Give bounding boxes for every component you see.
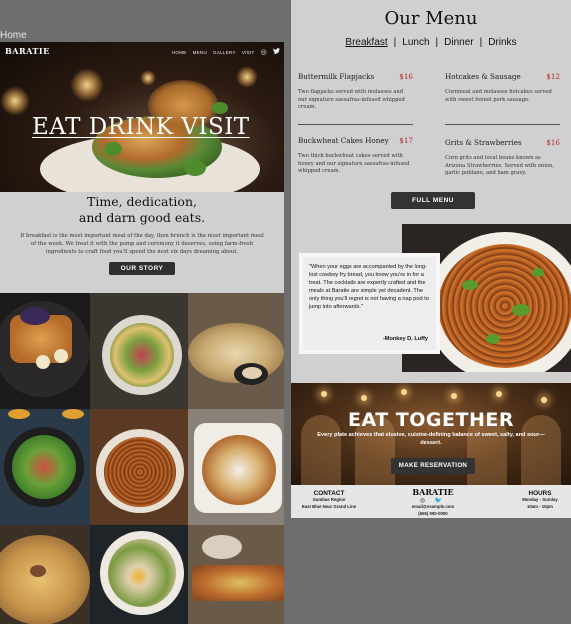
our-story-button[interactable]: OUR STORY [108, 262, 176, 275]
gallery-image-noodles[interactable] [90, 409, 188, 525]
menu-item: Hotcakes & Sausage $12 Cornmeal and molas… [445, 72, 560, 104]
footer-hours: HOURS Monday - Sunday 10am - 10pm [513, 490, 567, 510]
footer-contact: CONTACT Gambas Region East Blue Near Gra… [299, 490, 359, 510]
gallery-image-salad-bowl[interactable] [90, 293, 188, 409]
twitter-icon[interactable] [273, 48, 280, 56]
eat-together-subtitle: Every plate achieves that elusive, cuisi… [317, 432, 545, 446]
menu-item-description: Corn grits and local beans known as Ariz… [445, 155, 554, 176]
gallery-image-french-toast[interactable] [0, 293, 90, 409]
menu-item: Buckwheat Cakes Honey $17 Two thick buckw… [298, 136, 413, 176]
bokeh-light [236, 66, 258, 88]
nav-links: HOME MENU GALLERY VISIT ◎ [172, 48, 280, 56]
story-paragraph: If breakfast is the most important meal … [20, 233, 264, 255]
eat-together-title: EAT TOGETHER [348, 409, 514, 431]
tab-drinks[interactable]: Drinks [488, 37, 516, 48]
nav-link-gallery[interactable]: GALLERY [213, 50, 236, 55]
story-heading-line-1: Time, dedication, [87, 194, 197, 209]
menu-title: Our Menu [384, 8, 478, 29]
footer-hours-heading: HOURS [528, 490, 552, 497]
menu-item-price: $16 [546, 138, 560, 147]
nav-link-home[interactable]: HOME [172, 50, 187, 55]
nav-link-menu[interactable]: MENU [193, 50, 207, 55]
footer-contact-heading: CONTACT [313, 490, 345, 497]
menu-item: Grits & Strawberries $16 Corn grits and l… [445, 138, 560, 178]
instagram-icon[interactable]: ◎ [261, 48, 267, 56]
food-gallery-grid [0, 293, 284, 624]
testimonial-card: "When your eggs are accompanied by the l… [303, 257, 436, 350]
menu-divider [445, 124, 560, 125]
story-heading-line-2: and darn good eats. [78, 210, 206, 225]
story-heading: Time, dedication, and darn good eats. [0, 194, 284, 226]
bokeh-light [70, 68, 104, 102]
footer-center: BARATIE ◎ 🐦 email@example.com (555) 000-… [391, 487, 475, 517]
menu-item-name: Grits & Strawberries [445, 138, 522, 147]
menu-item-description: Two thick buckwheat cakes served with ho… [298, 153, 410, 174]
herb-garnish [184, 160, 206, 176]
nav-link-visit[interactable]: VISIT [242, 50, 255, 55]
site-footer: CONTACT Gambas Region East Blue Near Gra… [291, 485, 571, 518]
menu-frame[interactable]: Our Menu Breakfast | Lunch | Dinner | Dr… [291, 0, 571, 518]
menu-item-price: $16 [399, 72, 413, 81]
eat-together-section: EAT TOGETHER Every plate achieves that e… [291, 383, 571, 485]
testimonial-text: "When your eggs are accompanied by the l… [309, 264, 429, 310]
testimonial-author: -Monkey D. Luffy [382, 336, 428, 342]
gallery-image-pasta[interactable] [0, 525, 90, 624]
gallery-image-ramen[interactable] [90, 525, 188, 624]
gallery-image-nachos[interactable] [188, 409, 284, 525]
site-nav: BARATIE HOME MENU GALLERY VISIT ◎ [0, 42, 284, 62]
gallery-image-green-salad[interactable] [0, 409, 90, 525]
menu-divider [298, 124, 413, 125]
bokeh-light [140, 70, 156, 86]
bokeh-light [0, 86, 30, 116]
footer-contact-line: East Blue Near Grand Line [301, 503, 357, 509]
full-menu-button[interactable]: FULL MENU [391, 192, 475, 209]
home-frame[interactable]: BARATIE HOME MENU GALLERY VISIT ◎ EAT DR… [0, 42, 284, 624]
menu-item-price: $17 [399, 136, 413, 145]
tab-lunch[interactable]: Lunch [402, 37, 429, 48]
footer-logo[interactable]: BARATIE [391, 487, 475, 497]
make-reservation-button[interactable]: MAKE RESERVATION [391, 458, 475, 474]
footer-phone[interactable]: (555) 000-0000 [391, 511, 475, 518]
menu-item: Buttermilk Flapjacks $16 Two flapjacks se… [298, 72, 413, 112]
footer-social-icons[interactable]: ◎ 🐦 [391, 497, 475, 504]
tab-breakfast[interactable]: Breakfast [345, 37, 387, 48]
footer-hours-line: 10am - 10pm [526, 503, 554, 509]
canvas-frame-label[interactable]: Home [0, 30, 27, 41]
tab-separator: | [479, 37, 483, 48]
hero-title: EAT DRINK VISIT [32, 114, 250, 140]
menu-item-description: Cornmeal and molasses hotcakes served wi… [445, 89, 552, 103]
story-section: Time, dedication, and darn good eats. If… [0, 192, 284, 296]
menu-item-name: Hotcakes & Sausage [445, 72, 521, 81]
gallery-image-tacos[interactable] [188, 293, 284, 409]
gallery-image-platter[interactable] [188, 525, 284, 624]
menu-item-name: Buckwheat Cakes Honey [298, 136, 389, 145]
menu-item-description: Two flapjacks served with molasses and o… [298, 89, 405, 110]
tab-dinner[interactable]: Dinner [444, 37, 473, 48]
tab-separator: | [435, 37, 439, 48]
herb-garnish [212, 102, 228, 114]
menu-item-name: Buttermilk Flapjacks [298, 72, 375, 81]
menu-item-price: $12 [546, 72, 560, 81]
herb-garnish [104, 142, 122, 156]
hero-section: BARATIE HOME MENU GALLERY VISIT ◎ EAT DR… [0, 42, 284, 192]
site-logo[interactable]: BARATIE [5, 46, 50, 56]
menu-tabs: Breakfast | Lunch | Dinner | Drinks [291, 37, 571, 48]
tab-separator: | [393, 37, 397, 48]
